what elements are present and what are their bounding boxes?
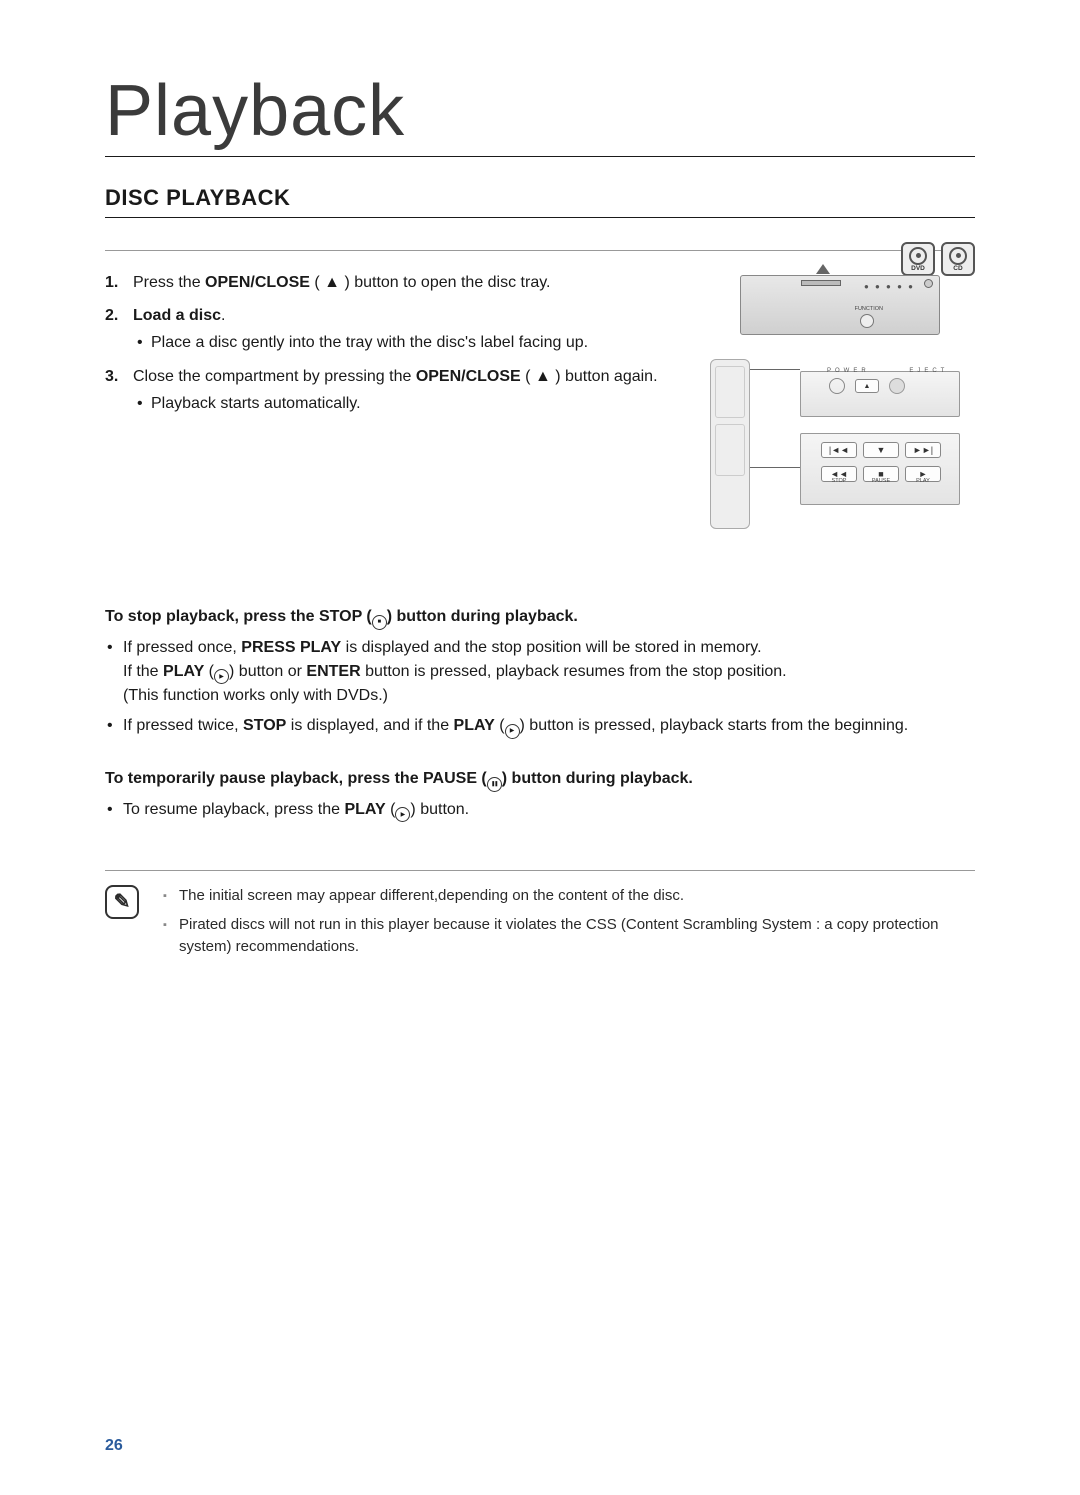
bullet-bold: STOP [243, 717, 286, 734]
step-1: Press the OPEN/CLOSE ( ▲ ) button to ope… [105, 271, 681, 294]
power-label: POWER [827, 368, 870, 374]
heading-text: ( [362, 608, 372, 625]
step-list: Press the OPEN/CLOSE ( ▲ ) button to ope… [105, 271, 681, 535]
content-row: Press the OPEN/CLOSE ( ▲ ) button to ope… [105, 250, 975, 535]
illustrations: ● ● ● ● ● FUNCTION POWER EJECT ▲ [705, 271, 975, 535]
insert-arrow-icon [816, 264, 830, 274]
heading-text: PAUSE ( [423, 770, 487, 787]
note-box: The initial screen may appear different,… [105, 870, 975, 965]
step-text: ( ▲ ) button to open the disc tray. [310, 274, 551, 291]
step-text: . [221, 307, 225, 324]
stop-bullet-2: If pressed twice, STOP is displayed, and… [105, 714, 975, 739]
bullet-text: ) button is pressed, playback starts fro… [520, 717, 909, 734]
callout-line [750, 369, 800, 370]
eject-button-icon: ▲ [855, 379, 879, 393]
pause-heading: To temporarily pause playback, press the… [105, 767, 975, 792]
section-title: DISC PLAYBACK [105, 185, 975, 218]
bullet-text: button is pressed, playback resumes from… [361, 663, 787, 680]
tuning-down-button-icon: ▼ [863, 442, 899, 458]
play-icon [505, 724, 520, 739]
bullet-text: ( [204, 663, 214, 680]
eject-label: EJECT [909, 368, 948, 374]
step-bold: Load a disc [133, 307, 221, 324]
step-sub: Playback starts automatically. [133, 392, 681, 415]
step-text: Press the [133, 274, 205, 291]
remote-zoom-top: POWER EJECT ▲ [800, 371, 960, 417]
skip-fwd-button-icon: ►►| [905, 442, 941, 458]
bullet-bold: PLAY [163, 663, 204, 680]
cd-label: CD [953, 265, 962, 272]
power-button-icon [829, 378, 845, 394]
remote-outline [710, 359, 750, 529]
play-small-label: PLAY [905, 478, 941, 484]
main-title: Playback [105, 70, 975, 157]
bullet-text: To resume playback, press the [123, 801, 344, 818]
bullet-text: is displayed and the stop position will … [341, 639, 761, 656]
stop-icon [372, 615, 387, 630]
function-label: FUNCTION [855, 306, 883, 312]
step-text: ( ▲ ) button again. [521, 368, 658, 385]
bullet-text: If the [123, 663, 163, 680]
eject-button-icon [860, 314, 874, 328]
bullet-text: (This function works only with DVDs.) [123, 687, 388, 704]
step-3: Close the compartment by pressing the OP… [105, 365, 681, 415]
bullet-bold: ENTER [306, 663, 360, 680]
note-item: The initial screen may appear different,… [161, 885, 975, 908]
volume-knob-icon [924, 279, 933, 288]
heading-text: To stop playback, press the [105, 608, 319, 625]
step-sub: Place a disc gently into the tray with t… [133, 331, 681, 354]
bullet-text: If pressed once, [123, 639, 241, 656]
note-item: Pirated discs will not run in this playe… [161, 914, 975, 959]
indicator-dots: ● ● ● ● ● [864, 282, 915, 291]
disc-tray-icon [801, 280, 841, 286]
play-icon [395, 807, 410, 822]
play-icon [214, 669, 229, 684]
skip-back-button-icon: |◄◄ [821, 442, 857, 458]
heading-text: To temporarily pause playback, press the [105, 770, 423, 787]
bullet-bold: PLAY [454, 717, 495, 734]
disc-type-icons: DVD CD [901, 242, 975, 276]
stop-bullet-1: If pressed once, PRESS PLAY is displayed… [105, 636, 975, 709]
pause-bullet-1: To resume playback, press the PLAY ( ) bu… [105, 798, 975, 823]
bullet-text: ( [495, 717, 505, 734]
remote-illustration: POWER EJECT ▲ |◄◄ ▼ ►►| ◄◄ [710, 355, 970, 535]
step-text: Close the compartment by pressing the [133, 368, 416, 385]
bullet-text: ) button or [229, 663, 306, 680]
stop-small-label: STOP [821, 478, 857, 484]
stop-section: To stop playback, press the STOP ( ) butt… [105, 605, 975, 822]
dvd-label: DVD [911, 265, 925, 272]
callout-line [750, 467, 800, 468]
bullet-bold: PLAY [344, 801, 385, 818]
remote-zoom-bottom: |◄◄ ▼ ►►| ◄◄ ■ ► STOP PAUSE PLAY [800, 433, 960, 505]
bullet-text: If pressed twice, [123, 717, 243, 734]
bullet-text: is displayed, and if the [286, 717, 453, 734]
step-bold: OPEN/CLOSE [205, 274, 310, 291]
page-number: 26 [105, 1437, 123, 1455]
heading-text: ) button during playback. [387, 608, 578, 625]
dvd-disc-icon: DVD [901, 242, 935, 276]
bullet-text: ) button. [410, 801, 469, 818]
note-list: The initial screen may appear different,… [161, 885, 975, 965]
note-icon [105, 885, 139, 919]
heading-text: ) button during playback. [502, 770, 693, 787]
step-bold: OPEN/CLOSE [416, 368, 521, 385]
heading-text: STOP [319, 608, 362, 625]
bullet-text: ( [386, 801, 396, 818]
pause-icon [487, 777, 502, 792]
stop-heading: To stop playback, press the STOP ( ) butt… [105, 605, 975, 630]
function-button-icon [889, 378, 905, 394]
manual-page: Playback DISC PLAYBACK DVD CD Press the … [0, 0, 1080, 1495]
step-2: Load a disc. Place a disc gently into th… [105, 304, 681, 354]
cd-disc-icon: CD [941, 242, 975, 276]
player-illustration: ● ● ● ● ● FUNCTION [740, 275, 940, 335]
bullet-bold: PRESS PLAY [241, 639, 341, 656]
pause-small-label: PAUSE [863, 478, 899, 484]
